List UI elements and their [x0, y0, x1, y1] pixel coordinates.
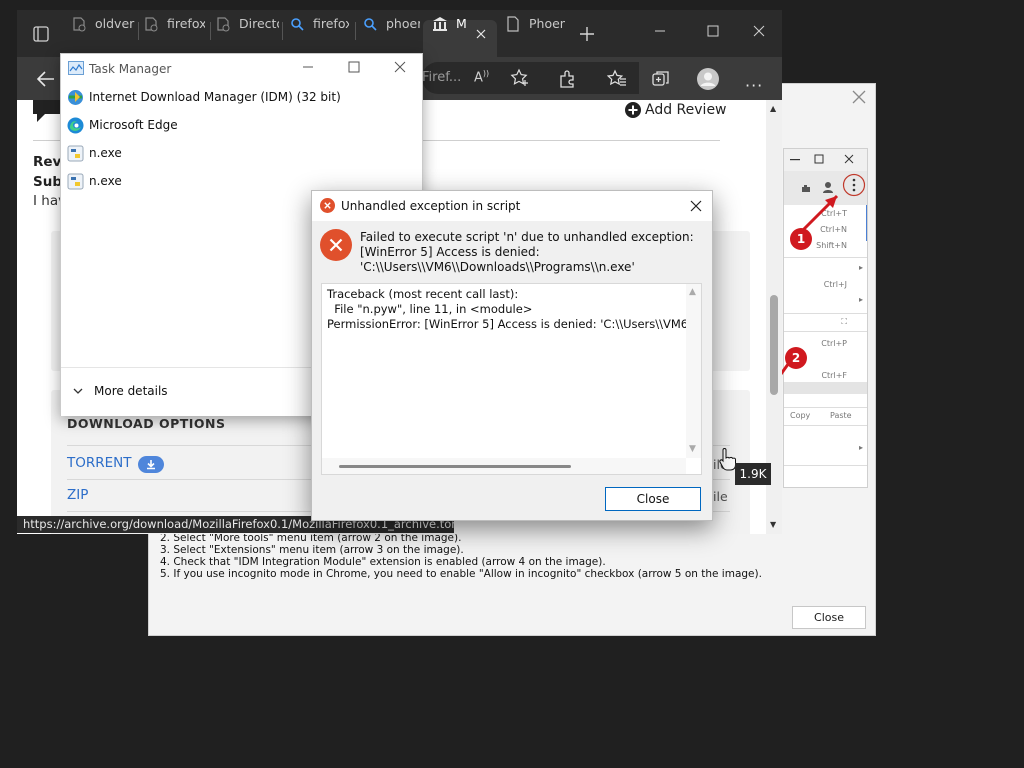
size-tooltip: 1.9K — [735, 463, 771, 485]
chevron-down-icon[interactable] — [72, 385, 84, 397]
sleeping-tab-icon — [71, 16, 87, 32]
maximize-icon[interactable] — [347, 60, 361, 74]
unhandled-exception-dialog: Unhandled exception in script Failed to … — [311, 190, 713, 521]
close-button[interactable]: Close — [605, 487, 701, 511]
maximize-icon[interactable] — [706, 24, 720, 38]
step-text: 5. If you use incognito mode in Chrome, … — [160, 568, 762, 580]
review-label: Sub — [33, 174, 62, 190]
error-icon — [320, 229, 352, 261]
favorite-add-icon[interactable] — [510, 68, 530, 88]
file-info-text: ile — [713, 489, 728, 504]
horizontal-scrollbar[interactable] — [322, 458, 686, 474]
torrent-link[interactable]: TORRENT — [67, 455, 132, 471]
search-icon — [362, 16, 378, 32]
tab-actions-icon[interactable] — [33, 26, 49, 42]
error-message: Failed to execute script 'n' due to unha… — [360, 230, 694, 274]
add-review-link[interactable]: Add Review — [645, 102, 727, 118]
tab-phoenix-search[interactable]: phoen — [362, 14, 420, 36]
python-icon — [67, 145, 84, 162]
back-icon[interactable] — [35, 68, 57, 90]
zip-link[interactable]: ZIP — [67, 487, 88, 503]
page-icon — [505, 16, 521, 32]
hand-cursor-icon — [719, 448, 736, 471]
step-text: 3. Select "Extensions" menu item (arrow … — [160, 544, 464, 556]
window-close-icon[interactable] — [752, 24, 766, 38]
scrollbar-thumb[interactable] — [770, 295, 778, 395]
idm-icon — [67, 89, 84, 106]
close-icon[interactable] — [393, 60, 407, 74]
help-close-button[interactable]: Close — [792, 606, 866, 629]
tab-close-icon[interactable] — [475, 28, 487, 40]
edge-icon — [67, 117, 84, 134]
favorites-icon[interactable] — [607, 69, 629, 91]
chat-bubble-icon — [33, 100, 61, 122]
tab-firefox-1[interactable]: firefox — [143, 14, 205, 36]
extensions-icon[interactable] — [558, 69, 580, 91]
download-badge-icon[interactable] — [138, 456, 164, 473]
close-icon[interactable] — [689, 199, 703, 213]
search-icon — [289, 16, 305, 32]
tab-archive-active[interactable]: M — [432, 14, 472, 36]
step-text: 4. Check that "IDM Integration Module" e… — [160, 556, 606, 568]
scrollbar-thumb[interactable] — [339, 465, 571, 468]
download-heading: DOWNLOAD OPTIONS — [67, 416, 226, 431]
minimize-icon[interactable] — [301, 60, 315, 74]
tab-phoenix-page[interactable]: Phoen — [505, 14, 565, 36]
archive-icon — [432, 16, 448, 32]
python-icon — [67, 173, 84, 190]
profile-avatar-icon[interactable] — [697, 68, 719, 90]
tab-oldversion[interactable]: oldver — [71, 14, 135, 36]
traceback-text: Traceback (most recent call last): File … — [327, 287, 701, 331]
tab-firefox-search[interactable]: firefox — [289, 14, 349, 36]
collections-icon[interactable] — [651, 69, 673, 91]
read-aloud-icon[interactable]: A)) — [474, 69, 489, 85]
more-menu-icon[interactable]: ··· — [745, 76, 763, 95]
minimize-icon[interactable] — [653, 24, 667, 38]
dialog-titlebar: Unhandled exception in script — [312, 191, 712, 221]
vertical-scrollbar[interactable]: ▲ ▼ — [686, 284, 701, 458]
task-manager-title: Task Manager — [89, 62, 172, 76]
dialog-title: Unhandled exception in script — [341, 199, 521, 213]
sleeping-tab-icon — [143, 16, 159, 32]
close-icon[interactable] — [849, 87, 869, 107]
task-manager-icon — [68, 61, 84, 75]
step-marker-2: 2 — [785, 347, 807, 369]
new-tab-icon[interactable] — [578, 25, 596, 43]
sleeping-tab-icon — [215, 16, 231, 32]
address-text: Firef... — [422, 70, 462, 85]
error-icon — [320, 198, 335, 213]
instruction-steps: 2. Select "More tools" menu item (arrow … — [160, 532, 762, 580]
traceback-textbox[interactable]: Traceback (most recent call last): File … — [321, 283, 702, 475]
more-details-link[interactable]: More details — [94, 384, 168, 398]
step-marker-1: 1 — [790, 228, 812, 250]
plus-circle-icon[interactable] — [625, 102, 641, 118]
review-label: Rev — [33, 154, 62, 170]
tab-directory[interactable]: Directo — [215, 14, 279, 36]
